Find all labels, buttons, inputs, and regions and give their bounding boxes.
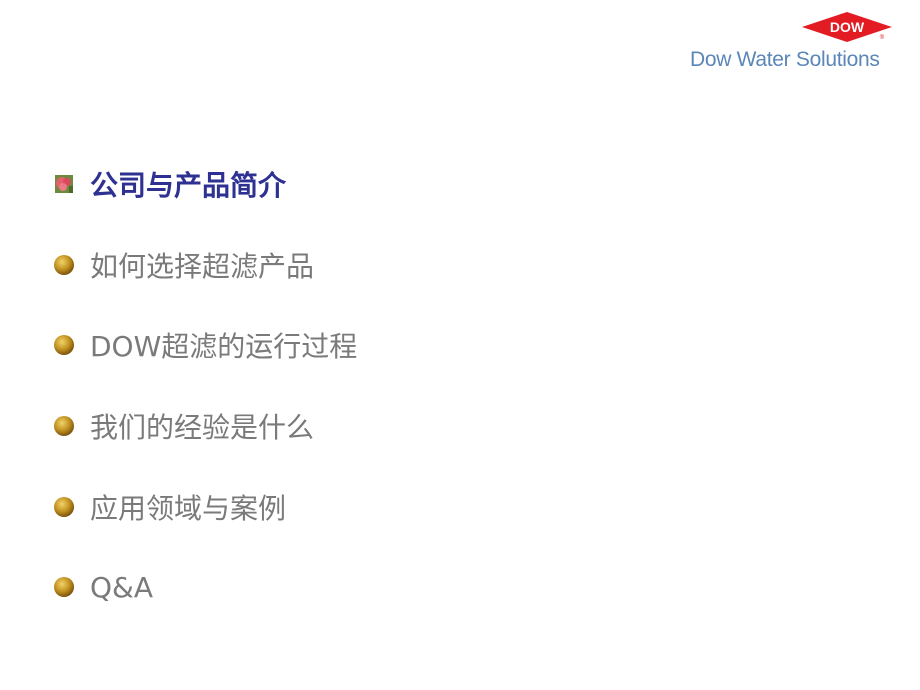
registered-mark: ® xyxy=(880,34,885,41)
gold-coin-bullet-icon xyxy=(54,335,74,355)
gold-coin-bullet-icon xyxy=(54,577,74,597)
gold-coin-bullet-icon xyxy=(54,255,74,275)
agenda-item-qa[interactable]: Q&A xyxy=(52,565,153,609)
gold-coin-bullet-icon xyxy=(54,497,74,517)
agenda-item-label: DOW超滤的运行过程 xyxy=(90,330,358,363)
agenda-item-label: 公司与产品简介 xyxy=(90,169,287,202)
agenda-item-company-intro[interactable]: 公司与产品简介 xyxy=(52,162,286,206)
dow-brand-text: DOW xyxy=(830,19,865,35)
agenda-item-label: 应用领域与案例 xyxy=(90,492,287,525)
flower-square-bullet-icon xyxy=(55,175,73,193)
agenda-item-applications[interactable]: 应用领域与案例 xyxy=(52,485,286,529)
agenda-item-label: 如何选择超滤产品 xyxy=(90,250,315,283)
agenda-item-experience[interactable]: 我们的经验是什么 xyxy=(52,404,314,448)
agenda-item-label: 我们的经验是什么 xyxy=(90,411,315,444)
agenda-item-selection[interactable]: 如何选择超滤产品 xyxy=(52,243,314,287)
agenda-item-operation[interactable]: DOW超滤的运行过程 xyxy=(52,323,357,367)
dow-diamond-logo-icon: DOW ® xyxy=(802,12,892,42)
gold-coin-bullet-icon xyxy=(54,416,74,436)
dow-water-solutions-logo: DOW ® Dow Water Solutions xyxy=(690,12,900,77)
logo-tagline: Dow Water Solutions xyxy=(690,48,880,71)
agenda-item-label: Q&A xyxy=(90,570,154,604)
